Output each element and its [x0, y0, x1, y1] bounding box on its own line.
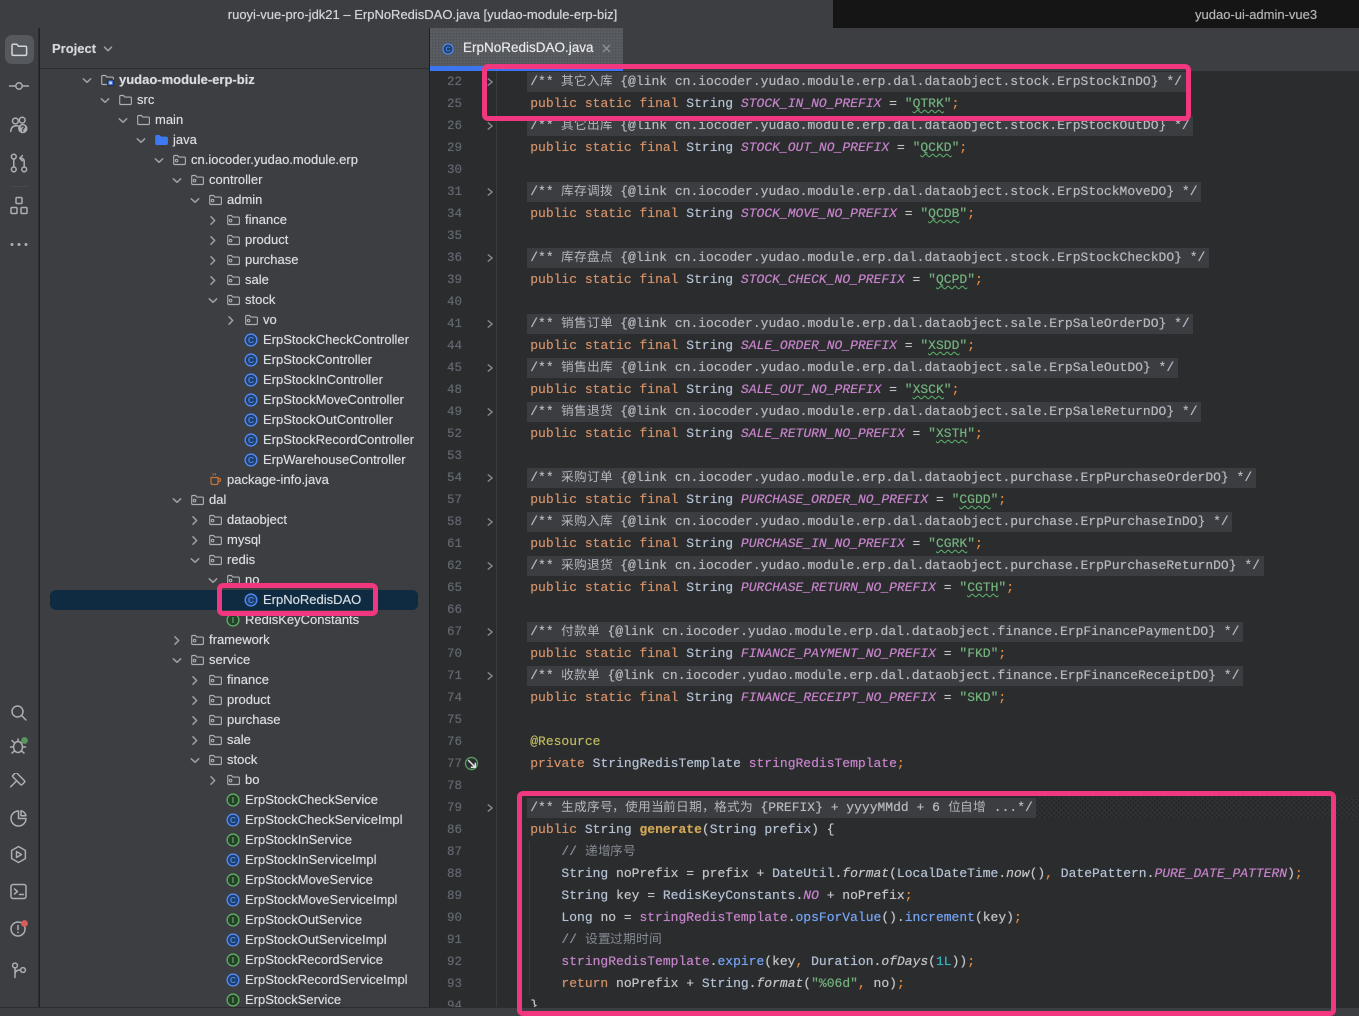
- svg-text:C: C: [445, 45, 451, 54]
- svg-text:?: ?: [20, 125, 25, 134]
